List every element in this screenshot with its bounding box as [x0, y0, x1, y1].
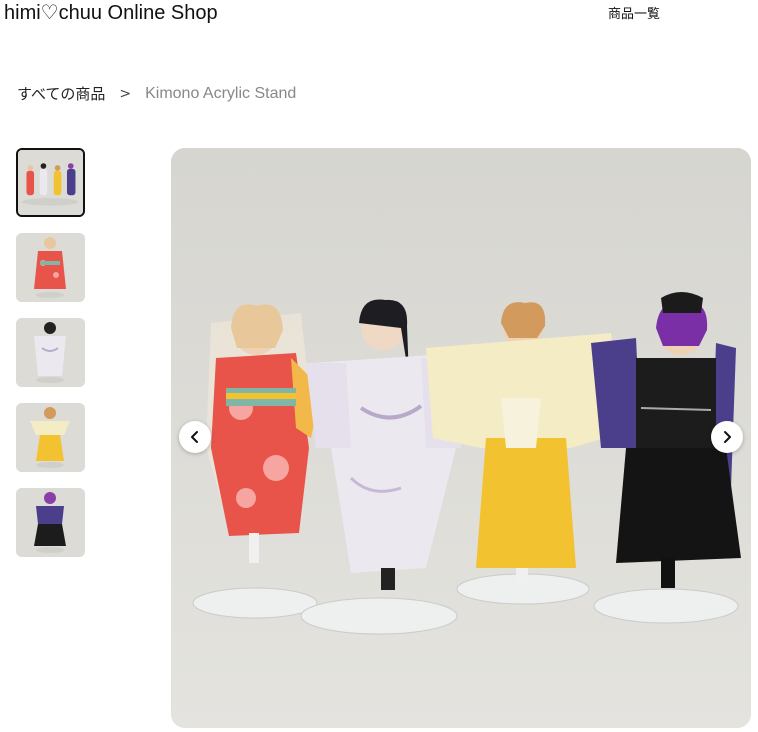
thumbnail-white-kimono[interactable] — [16, 318, 85, 387]
thumbnail-group-photo[interactable] — [16, 148, 85, 217]
nav-product-list[interactable]: 商品一覧 — [608, 3, 660, 22]
breadcrumb-all-products[interactable]: すべての商品 — [17, 83, 105, 104]
chevron-right-icon — [724, 431, 731, 443]
chevron-left-icon — [191, 431, 198, 443]
yellow-hakama-image — [16, 403, 85, 472]
next-image-button[interactable] — [711, 421, 743, 453]
previous-image-button[interactable] — [179, 421, 211, 453]
thumbnail-yellow-hakama[interactable] — [16, 403, 85, 472]
group-photo-image — [18, 150, 83, 215]
red-kimono-image — [16, 233, 85, 302]
breadcrumb-current-product: Kimono Acrylic Stand — [145, 84, 297, 102]
main-product-image[interactable] — [171, 148, 751, 728]
thumbnail-red-kimono[interactable] — [16, 233, 85, 302]
breadcrumb-separator: > — [119, 85, 132, 102]
breadcrumb: すべての商品 > Kimono Acrylic Stand — [17, 83, 296, 104]
thumbnail-purple-kimono[interactable] — [16, 488, 85, 557]
shop-title[interactable]: himi♡chuu Online Shop — [4, 0, 218, 25]
thumbnail-list — [16, 148, 85, 573]
white-kimono-image — [16, 318, 85, 387]
kimono-acrylic-stand-photo — [171, 148, 751, 728]
purple-kimono-image — [16, 488, 85, 557]
